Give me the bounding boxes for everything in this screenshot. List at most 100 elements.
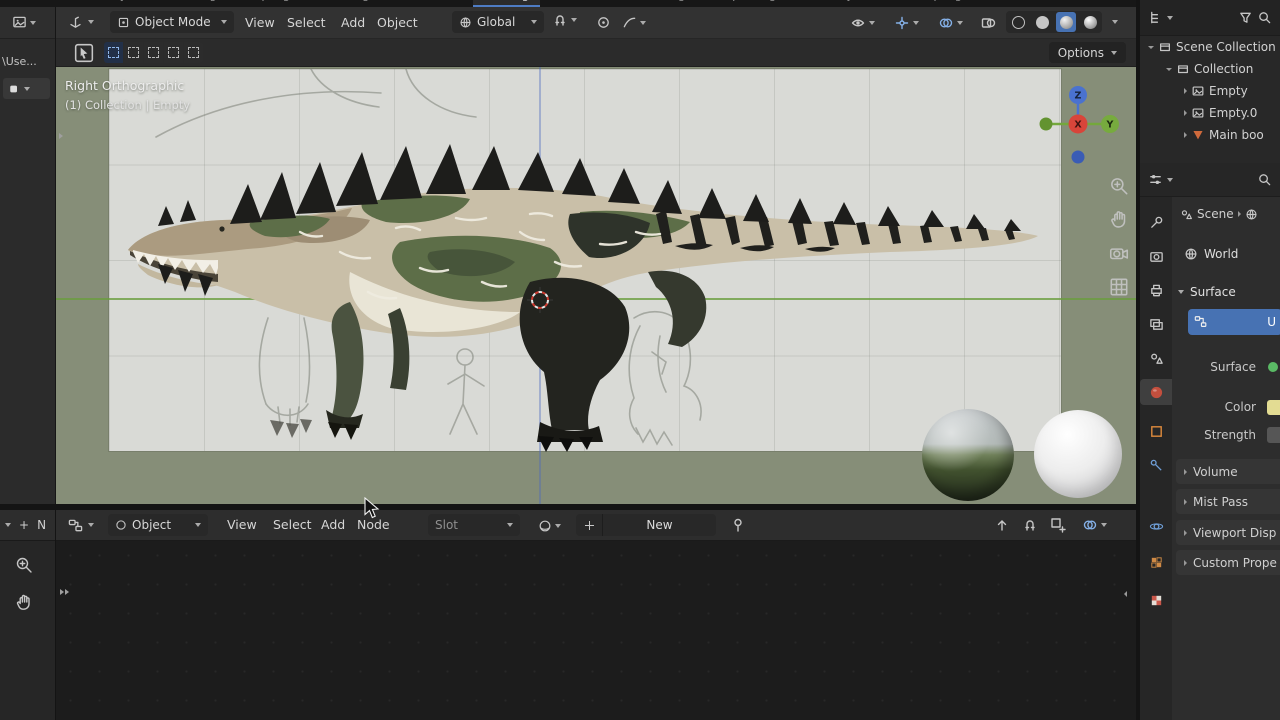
- panel-mist-pass[interactable]: Mist Pass: [1176, 489, 1280, 514]
- tab-geometry-nodes[interactable]: Geometry Nodes: [787, 0, 902, 7]
- expander-icon[interactable]: [1184, 88, 1187, 94]
- outliner-editor-icon[interactable]: [1148, 10, 1163, 25]
- editor-divider-vertical[interactable]: [1136, 0, 1140, 720]
- properties-editor-icon[interactable]: [1148, 172, 1163, 187]
- shading-material-preview-button[interactable]: [1056, 12, 1076, 32]
- shading-solid-button[interactable]: [1032, 12, 1052, 32]
- search-icon[interactable]: [1257, 10, 1272, 25]
- outliner-row-collection[interactable]: Collection: [1140, 58, 1280, 80]
- tab-view-layer[interactable]: [1140, 311, 1172, 337]
- surface-section-header[interactable]: Surface: [1172, 281, 1280, 303]
- toolbar-expand-arrow[interactable]: [59, 133, 63, 139]
- menu-select[interactable]: Select: [282, 7, 331, 38]
- object-visibility-dropdown[interactable]: [850, 15, 875, 31]
- shader-overlays-dropdown[interactable]: [1082, 517, 1107, 533]
- outliner-row-empty[interactable]: Empty: [1140, 80, 1280, 102]
- camera-view-icon[interactable]: [1108, 242, 1130, 264]
- show-overlays-dropdown[interactable]: [938, 15, 963, 31]
- search-icon[interactable]: [1257, 172, 1272, 187]
- pan-hand-icon[interactable]: [1108, 208, 1130, 230]
- strength-field[interactable]: [1267, 427, 1280, 443]
- left-panel-header[interactable]: [0, 7, 55, 39]
- tab-modeling[interactable]: Modeling: [155, 0, 227, 7]
- color-row[interactable]: Color: [1172, 395, 1280, 419]
- parent-node-icon[interactable]: [994, 517, 1010, 533]
- shader-editor-type-dropdown[interactable]: [64, 514, 98, 536]
- shading-wireframe-button[interactable]: [1008, 12, 1028, 32]
- tab-scene[interactable]: [1140, 345, 1172, 371]
- shader-node-canvas[interactable]: [56, 541, 1136, 720]
- snap-grid-icon[interactable]: [1050, 517, 1066, 533]
- show-gizmo-dropdown[interactable]: [894, 15, 919, 31]
- panel-viewport-display[interactable]: Viewport Disp: [1176, 520, 1280, 545]
- strength-row[interactable]: Strength: [1172, 423, 1280, 447]
- select-mode-extend[interactable]: [124, 42, 143, 63]
- tab-tool[interactable]: [1140, 209, 1172, 235]
- tab-sculpting[interactable]: Sculpting: [227, 0, 300, 7]
- menu-object[interactable]: Object: [372, 7, 423, 38]
- brush-dropdown[interactable]: [3, 78, 50, 99]
- tab-layout[interactable]: Layout: [96, 0, 155, 7]
- active-tool-icon[interactable]: [74, 43, 94, 63]
- menu-view[interactable]: View: [240, 7, 280, 38]
- editor-divider-horizontal[interactable]: [0, 504, 1136, 510]
- panel-custom-properties[interactable]: Custom Prope: [1176, 550, 1280, 575]
- expander-icon[interactable]: [1184, 110, 1187, 116]
- outliner-row-scene-collection[interactable]: Scene Collection: [1140, 36, 1280, 58]
- mode-dropdown[interactable]: Object Mode: [110, 11, 234, 33]
- tab-shading[interactable]: Shading: [473, 0, 540, 7]
- tab-rendering[interactable]: Rendering: [618, 0, 696, 7]
- filter-icon[interactable]: [1238, 10, 1253, 25]
- toggle-xray-button[interactable]: [980, 15, 996, 31]
- gizmo-y-negative[interactable]: [1040, 118, 1053, 131]
- add-material-button[interactable]: [576, 514, 603, 536]
- panel-volume[interactable]: Volume: [1176, 459, 1280, 484]
- tab-physics[interactable]: [1140, 513, 1172, 539]
- expander-icon[interactable]: [1166, 68, 1172, 71]
- transform-orientation-dropdown[interactable]: Global: [452, 11, 544, 33]
- shader-type-dropdown[interactable]: Object: [108, 514, 208, 536]
- select-mode-new[interactable]: [104, 42, 123, 63]
- tab-render[interactable]: [1140, 243, 1172, 269]
- browse-material-dropdown[interactable]: [538, 519, 561, 533]
- select-mode-invert[interactable]: [164, 42, 183, 63]
- tab-texture[interactable]: [1140, 587, 1172, 613]
- collapse-region-arrow[interactable]: [1124, 591, 1127, 597]
- snap-node-icon[interactable]: [1022, 517, 1038, 533]
- zoom-icon[interactable]: [1108, 175, 1130, 197]
- dinosaur-model[interactable]: [100, 122, 1060, 452]
- zoom-icon[interactable]: [14, 555, 34, 575]
- world-id-selector[interactable]: World: [1172, 243, 1280, 265]
- material-slot-dropdown[interactable]: Slot: [428, 514, 520, 536]
- left-bottom-header[interactable]: + N: [0, 510, 55, 541]
- use-nodes-button[interactable]: U: [1188, 309, 1280, 335]
- editor-type-dropdown[interactable]: [64, 11, 98, 33]
- tab-object-data[interactable]: [1140, 549, 1172, 575]
- navigation-gizmo[interactable]: Z Y X: [1032, 78, 1124, 170]
- pan-hand-icon[interactable]: [14, 592, 34, 612]
- proportional-falloff-dropdown[interactable]: [622, 15, 646, 30]
- outliner-row-empty-001[interactable]: Empty.0: [1140, 102, 1280, 124]
- shader-menu-view[interactable]: View: [222, 510, 262, 540]
- shading-options-chevron[interactable]: [1112, 20, 1118, 24]
- select-mode-intersect[interactable]: [184, 42, 203, 63]
- breadcrumb-scene[interactable]: Scene: [1197, 207, 1234, 221]
- tab-world[interactable]: [1140, 379, 1172, 405]
- tab-uv-editing[interactable]: UV Editing: [301, 0, 380, 7]
- shader-menu-add[interactable]: Add: [316, 510, 350, 540]
- tab-modifiers[interactable]: [1140, 452, 1172, 478]
- tab-texture-paint[interactable]: Texture Paint: [380, 0, 473, 7]
- surface-shader-row[interactable]: Surface: [1172, 355, 1280, 379]
- options-dropdown[interactable]: Options: [1049, 42, 1126, 63]
- menu-add[interactable]: Add: [336, 7, 370, 38]
- color-swatch[interactable]: [1267, 400, 1280, 415]
- snap-dropdown[interactable]: [552, 12, 577, 28]
- shader-menu-select[interactable]: Select: [268, 510, 317, 540]
- select-mode-subtract[interactable]: [144, 42, 163, 63]
- tab-object[interactable]: [1140, 418, 1172, 444]
- grid-toggle-icon[interactable]: [1108, 276, 1130, 298]
- proportional-editing-toggle[interactable]: [596, 15, 611, 30]
- shading-rendered-button[interactable]: [1080, 12, 1100, 32]
- new-material-button[interactable]: New: [603, 518, 716, 532]
- outliner-row-main-body[interactable]: Main boo: [1140, 124, 1280, 146]
